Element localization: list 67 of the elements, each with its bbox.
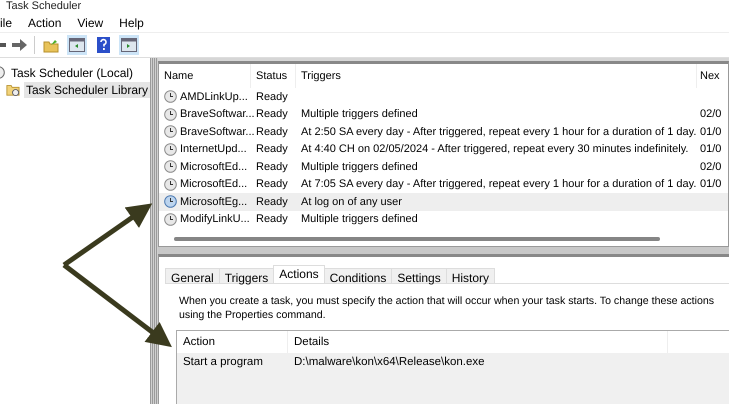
table-cell: At 7:05 SA every day - After triggered, repeat every 1 hour for a duration of 1 day. <box>301 178 696 190</box>
forward-arrow-icon[interactable] <box>12 38 28 52</box>
table-cell-text: Start a program <box>182 355 264 370</box>
tab[interactable]: Settings <box>391 268 447 283</box>
menu-item[interactable]: View <box>69 16 112 30</box>
clock-icon <box>164 90 177 104</box>
task-name: ModifyLinkU... <box>180 213 250 226</box>
clock-icon <box>164 108 177 121</box>
tree-item[interactable]: Task Scheduler Library <box>24 82 150 98</box>
table-cell: At 2:50 SA every day - After triggered, repeat every 1 hour for a duration of 1 day. <box>301 126 696 138</box>
clock-icon <box>164 142 177 156</box>
table-cell: 01/0 <box>700 126 722 138</box>
table-cell: Multiple triggers defined <box>301 213 418 226</box>
task-name: MicrosoftEd... <box>180 178 248 190</box>
table-cell: 01/0 <box>700 178 722 190</box>
description-text: When you create a task, you must specify the action that will occur when your task starts. To change these actions <box>179 294 716 308</box>
tab[interactable]: Conditions <box>324 268 392 283</box>
task-name: BraveSoftwar... <box>180 108 255 120</box>
table-cell: Ready <box>256 143 288 156</box>
panel-icon[interactable] <box>69 38 85 52</box>
table-cell: Ready <box>256 178 288 190</box>
tree-item[interactable]: Task Scheduler (Local) <box>9 64 136 80</box>
table-cell: 02/0 <box>700 108 722 120</box>
table-cell: Ready <box>256 126 288 138</box>
table-cell: Ready <box>256 160 288 173</box>
help-icon[interactable] <box>96 37 110 53</box>
column-header[interactable]: Action <box>177 331 288 353</box>
menu-item[interactable]: ile <box>0 16 20 30</box>
folder-clock-icon <box>6 82 20 97</box>
table-cell: Ready <box>256 213 288 226</box>
clock-icon <box>164 160 177 174</box>
pane-splitter[interactable] <box>150 58 158 404</box>
task-name: BraveSoftwar... <box>180 126 255 138</box>
clock-icon <box>164 125 177 138</box>
clock-icon <box>164 212 177 226</box>
task-name: MicrosoftEg... <box>180 196 248 208</box>
table-cell: 02/0 <box>700 160 722 173</box>
task-name: MicrosoftEd... <box>180 160 248 173</box>
tab[interactable]: Triggers <box>218 268 274 283</box>
menu-item[interactable]: Help <box>111 16 152 30</box>
column-header[interactable]: Triggers <box>296 64 697 88</box>
table-cell: 01/0 <box>700 143 722 156</box>
column-header[interactable]: Details <box>288 331 668 353</box>
task-name: AMDLinkUp... <box>180 90 248 103</box>
table-cell: Ready <box>256 196 288 208</box>
description-text: using the Properties command. <box>179 308 327 322</box>
table-cell: Ready <box>256 90 288 103</box>
panel-icon[interactable] <box>121 38 137 52</box>
table-cell: Multiple triggers defined <box>301 160 418 173</box>
table-cell: At 4:40 CH on 02/05/2024 - After triggered, repeat every 30 minutes indefinitely. <box>301 143 688 156</box>
table-cell: Multiple triggers defined <box>301 108 418 120</box>
task-name: InternetUpd... <box>180 143 247 156</box>
clock-icon <box>164 195 177 208</box>
tab[interactable]: General <box>165 268 220 283</box>
table-cell-text: D:\malware\kon\x64\Release\kon.exe <box>293 355 486 370</box>
table-cell: At log on of any user <box>301 196 402 208</box>
table-cell: Ready <box>256 108 288 120</box>
menu-item[interactable]: Action <box>20 16 70 30</box>
folder-icon[interactable] <box>43 38 59 52</box>
column-header[interactable]: Status <box>251 64 296 88</box>
column-header[interactable]: Name <box>159 64 251 88</box>
column-header[interactable]: Nex <box>697 64 728 88</box>
window-title: Task Scheduler <box>6 0 82 12</box>
tab[interactable]: History <box>446 268 496 283</box>
selected-row[interactable]: MicrosoftEg... Ready At log on of any user <box>159 193 728 210</box>
clock-icon <box>164 178 177 191</box>
horizontal-scrollbar[interactable] <box>174 237 660 241</box>
